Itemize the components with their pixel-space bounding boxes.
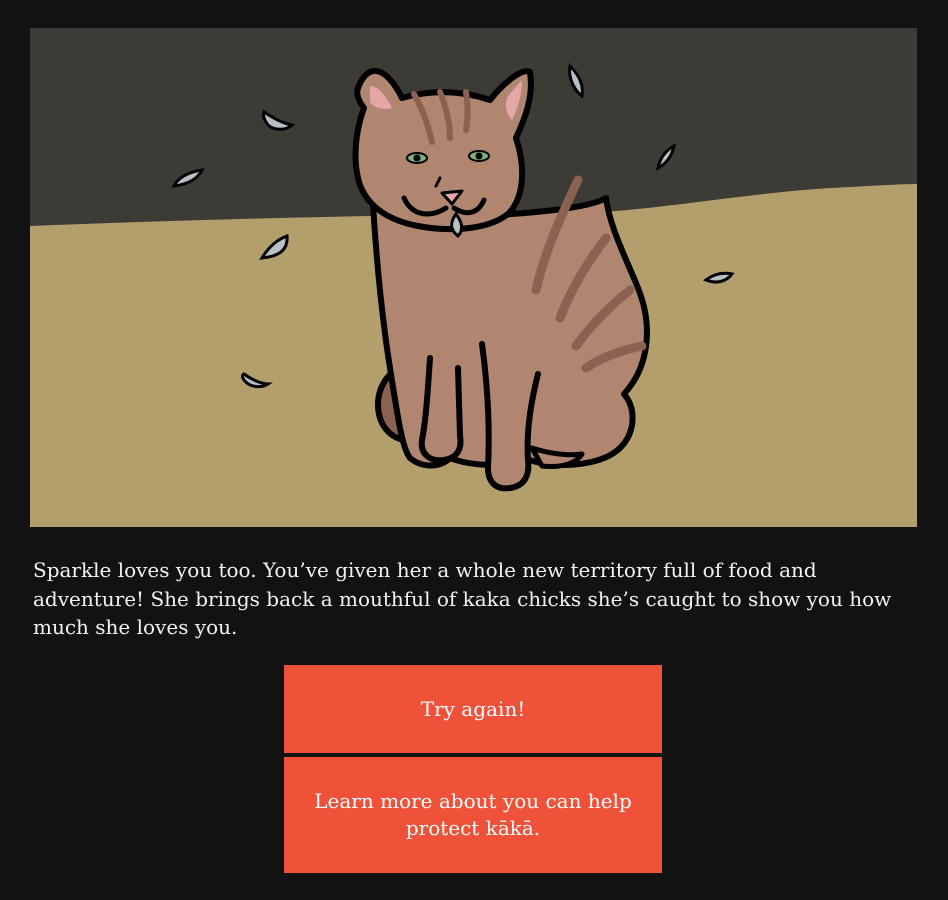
- try-again-button[interactable]: Try again!: [284, 665, 662, 753]
- learn-more-button[interactable]: Learn more about you can help protect kā…: [284, 757, 662, 873]
- scene-illustration: [30, 28, 917, 527]
- story-text: Sparkle loves you too. You’ve given her …: [33, 558, 892, 639]
- cat-illustration: [30, 28, 917, 527]
- cat-leg-left: [418, 355, 464, 464]
